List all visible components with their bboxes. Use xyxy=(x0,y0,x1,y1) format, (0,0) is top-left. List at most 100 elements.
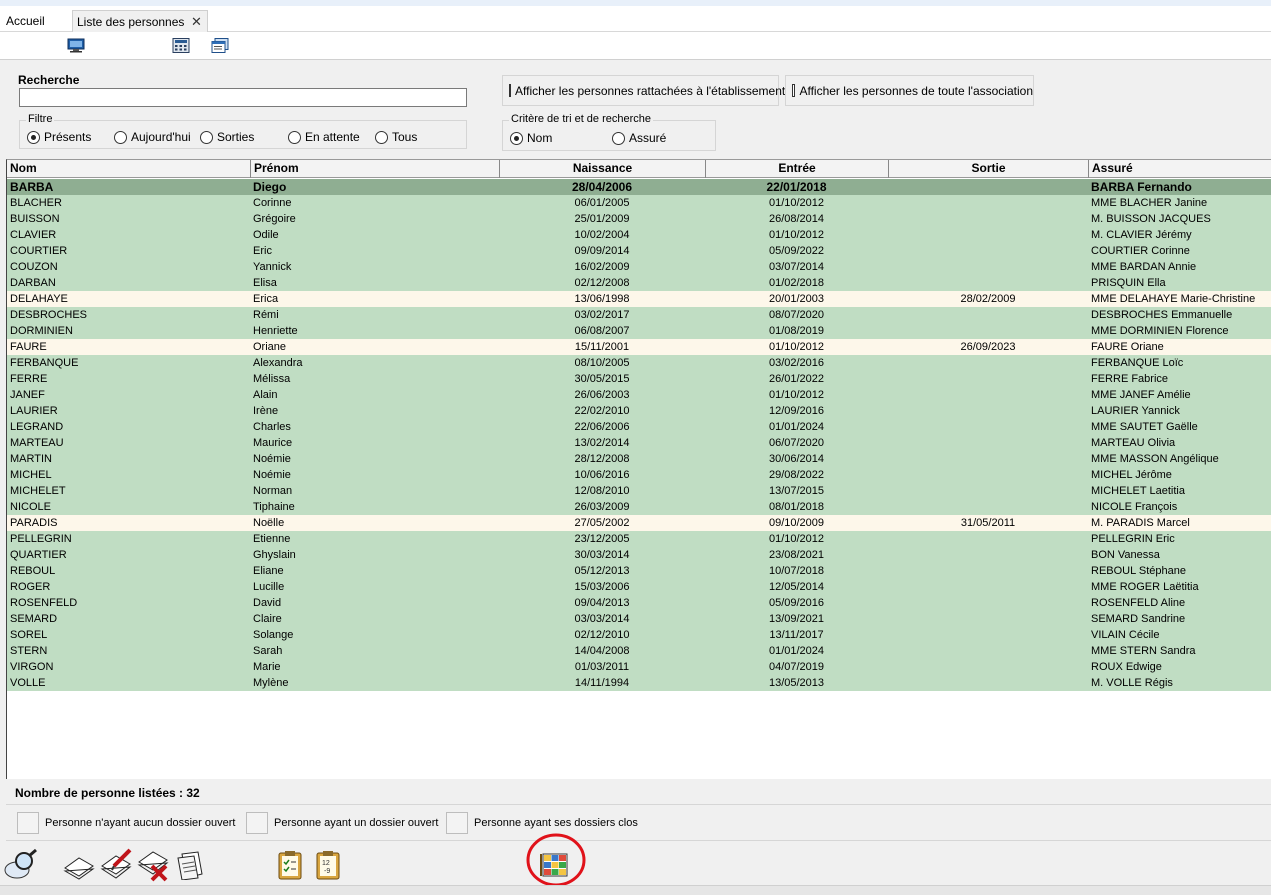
search-input[interactable] xyxy=(19,88,467,107)
legend-label: Personne n'ayant aucun dossier ouvert xyxy=(45,817,236,829)
cell-entree: 12/05/2014 xyxy=(768,581,825,593)
table-row[interactable]: MICHELET Norman 12/08/2010 13/07/2015 MICHEL… xyxy=(7,483,1271,499)
window-list-icon[interactable] xyxy=(211,38,229,53)
cell-prenom: Eric xyxy=(253,245,272,257)
cell-prenom: Irène xyxy=(253,405,279,417)
table-row[interactable]: ROSENFELD David 09/04/2013 05/09/2016 ROSENF… xyxy=(7,595,1271,611)
table-row[interactable]: ROGER Lucille 15/03/2006 12/05/2014 MME ROGE… xyxy=(7,579,1271,595)
cell-assure: FERBANQUE Loïc xyxy=(1091,357,1184,369)
tab-liste-des-personnes[interactable]: Liste des personnes ✕ xyxy=(72,10,208,34)
cell-assure: VILAIN Cécile xyxy=(1091,629,1160,641)
cell-nom: DESBROCHES xyxy=(10,309,88,321)
notes-icon[interactable] xyxy=(176,850,206,880)
table-row[interactable]: COUZON Yannick 16/02/2009 03/07/2014 MME BAR… xyxy=(7,259,1271,275)
cell-nom: MARTEAU xyxy=(10,437,64,449)
sort-radio-nom[interactable]: Nom xyxy=(510,131,552,145)
column-header-assure[interactable]: Assuré xyxy=(1089,160,1271,178)
table-row[interactable]: NICOLE Tiphaine 26/03/2009 08/01/2018 NICOLE… xyxy=(7,499,1271,515)
table-row[interactable]: QUARTIER Ghyslain 30/03/2014 23/08/2021 BON … xyxy=(7,547,1271,563)
table-row[interactable]: BARBA Diego 28/04/2006 22/01/2018 BARBA Fern… xyxy=(7,179,1271,195)
table-row[interactable]: DARBAN Elisa 02/12/2008 01/02/2018 PRISQUIN … xyxy=(7,275,1271,291)
cell-assure: FAURE Oriane xyxy=(1091,341,1164,353)
table-row[interactable]: MARTEAU Maurice 13/02/2014 06/07/2020 MARTEA… xyxy=(7,435,1271,451)
table-row[interactable]: PARADIS Noëlle 27/05/2002 09/10/2009 31/05/2… xyxy=(7,515,1271,531)
cell-prenom: Diego xyxy=(253,180,287,194)
table-row[interactable]: REBOUL Eliane 05/12/2013 10/07/2018 REBOUL S… xyxy=(7,563,1271,579)
magnifier-icon[interactable] xyxy=(3,848,39,882)
cell-assure: MME BARDAN Annie xyxy=(1091,261,1197,273)
cell-prenom: Alexandra xyxy=(253,357,303,369)
table-row[interactable]: SEMARD Claire 03/03/2014 13/09/2021 SEMARD S… xyxy=(7,611,1271,627)
cell-assure: ROSENFELD Aline xyxy=(1091,597,1186,609)
table-row[interactable]: DELAHAYE Erica 13/06/1998 20/01/2003 28/02/2… xyxy=(7,291,1271,307)
radio-dot xyxy=(510,131,523,145)
filter-radio-sorties[interactable]: Sorties xyxy=(200,130,254,144)
column-header-prenom[interactable]: Prénom xyxy=(251,160,500,178)
cell-entree: 05/09/2016 xyxy=(768,597,825,609)
table-row[interactable]: STERN Sarah 14/04/2008 01/01/2024 MME STERN … xyxy=(7,643,1271,659)
cell-nom: LEGRAND xyxy=(10,421,64,433)
table-row[interactable]: SOREL Solange 02/12/2010 13/11/2017 VILAIN C… xyxy=(7,627,1271,643)
documents-icon[interactable] xyxy=(63,852,95,880)
cell-assure: LAURIER Yannick xyxy=(1091,405,1180,417)
calculator-icon[interactable] xyxy=(172,38,190,53)
column-header-sortie[interactable]: Sortie xyxy=(889,160,1089,178)
column-header-entree[interactable]: Entrée xyxy=(706,160,889,178)
table-row[interactable]: MICHEL Noémie 10/06/2016 29/08/2022 MICHEL J… xyxy=(7,467,1271,483)
cell-nom: BUISSON xyxy=(10,213,60,225)
table-row[interactable]: PELLEGRIN Etienne 23/12/2005 01/10/2012 PELL… xyxy=(7,531,1271,547)
tab-label: Liste des personnes xyxy=(77,15,185,29)
table-row[interactable]: FAURE Oriane 15/11/2001 01/10/2012 26/09/202… xyxy=(7,339,1271,355)
table-header: Nom Prénom Naissance Entrée Sortie Assur… xyxy=(7,160,1271,178)
cell-entree: 08/07/2020 xyxy=(768,309,825,321)
cell-nom: SOREL xyxy=(10,629,48,641)
cell-prenom: Odile xyxy=(253,229,279,241)
edit-document-icon[interactable] xyxy=(100,848,134,880)
checkbox-etablissement[interactable]: Afficher les personnes rattachées à l'ét… xyxy=(502,75,785,106)
cell-naissance: 13/06/1998 xyxy=(574,293,630,305)
radio-label: Assuré xyxy=(629,131,667,145)
checklist-icon[interactable] xyxy=(278,850,302,880)
cell-nom: DARBAN xyxy=(10,277,56,289)
column-header-naissance[interactable]: Naissance xyxy=(500,160,706,178)
table-row[interactable]: DESBROCHES Rémi 03/02/2017 08/07/2020 DESBRO… xyxy=(7,307,1271,323)
monitor-icon[interactable] xyxy=(67,38,85,53)
table-row[interactable]: BLACHER Corinne 06/01/2005 01/10/2012 MME BL… xyxy=(7,195,1271,211)
checkbox-box xyxy=(509,84,511,97)
table-row[interactable]: MARTIN Noémie 28/12/2008 30/06/2014 MME MASS… xyxy=(7,451,1271,467)
table-row[interactable]: FERBANQUE Alexandra 08/10/2005 03/02/2016 FE… xyxy=(7,355,1271,371)
cell-prenom: Etienne xyxy=(253,533,291,545)
table-row[interactable]: JANEF Alain 26/06/2003 01/10/2012 MME JANEF … xyxy=(7,387,1271,403)
table-row[interactable]: VIRGON Marie 01/03/2011 04/07/2019 ROUX Edwi… xyxy=(7,659,1271,675)
table-row[interactable]: DORMINIEN Henriette 06/08/2007 01/08/2019 MM… xyxy=(7,323,1271,339)
cell-naissance: 28/04/2006 xyxy=(571,180,633,194)
cell-sortie: 31/05/2011 xyxy=(960,517,1016,529)
persons-table[interactable]: Nom Prénom Naissance Entrée Sortie Assur… xyxy=(6,159,1271,779)
radio-label: En attente xyxy=(305,130,360,144)
table-row[interactable]: CLAVIER Odile 10/02/2004 01/10/2012 M. CLAVI… xyxy=(7,227,1271,243)
column-header-nom[interactable]: Nom xyxy=(7,160,251,178)
table-row[interactable]: FERRE Mélissa 30/05/2015 26/01/2022 FERRE Fa… xyxy=(7,371,1271,387)
table-row[interactable]: BUISSON Grégoire 25/01/2009 26/08/2014 M. BU… xyxy=(7,211,1271,227)
cell-naissance: 08/10/2005 xyxy=(574,357,630,369)
numbered-list-icon[interactable]: 12 -9 xyxy=(316,850,340,880)
close-tab-icon[interactable]: ✕ xyxy=(191,14,202,30)
filter-radio-tous[interactable]: Tous xyxy=(375,130,417,144)
cell-nom: VOLLE xyxy=(10,677,46,689)
delete-document-icon[interactable] xyxy=(137,848,171,882)
filter-radio-aujourdhui[interactable]: Aujourd'hui xyxy=(114,130,191,144)
cell-assure: MME SAUTET Gaëlle xyxy=(1091,421,1198,433)
filter-radio-en-attente[interactable]: En attente xyxy=(288,130,360,144)
cell-nom: DORMINIEN xyxy=(10,325,73,337)
tab-accueil[interactable]: Accueil xyxy=(6,14,45,28)
table-row[interactable]: LAURIER Irène 22/02/2010 12/09/2016 LAURIER … xyxy=(7,403,1271,419)
cell-nom: MARTIN xyxy=(10,453,52,465)
sort-radio-assure[interactable]: Assuré xyxy=(612,131,666,145)
checkbox-association[interactable]: Afficher les personnes de toute l'associ… xyxy=(785,75,1034,106)
highlight-circle xyxy=(526,833,586,887)
table-row[interactable]: LEGRAND Charles 22/06/2006 01/01/2024 MME SA… xyxy=(7,419,1271,435)
cell-assure: MICHEL Jérôme xyxy=(1091,469,1172,481)
filter-radio-presents[interactable]: Présents xyxy=(27,130,91,144)
table-row[interactable]: VOLLE Mylène 14/11/1994 13/05/2013 M. VOLLE … xyxy=(7,675,1271,691)
table-row[interactable]: COURTIER Eric 09/09/2014 05/09/2022 COURTIER… xyxy=(7,243,1271,259)
